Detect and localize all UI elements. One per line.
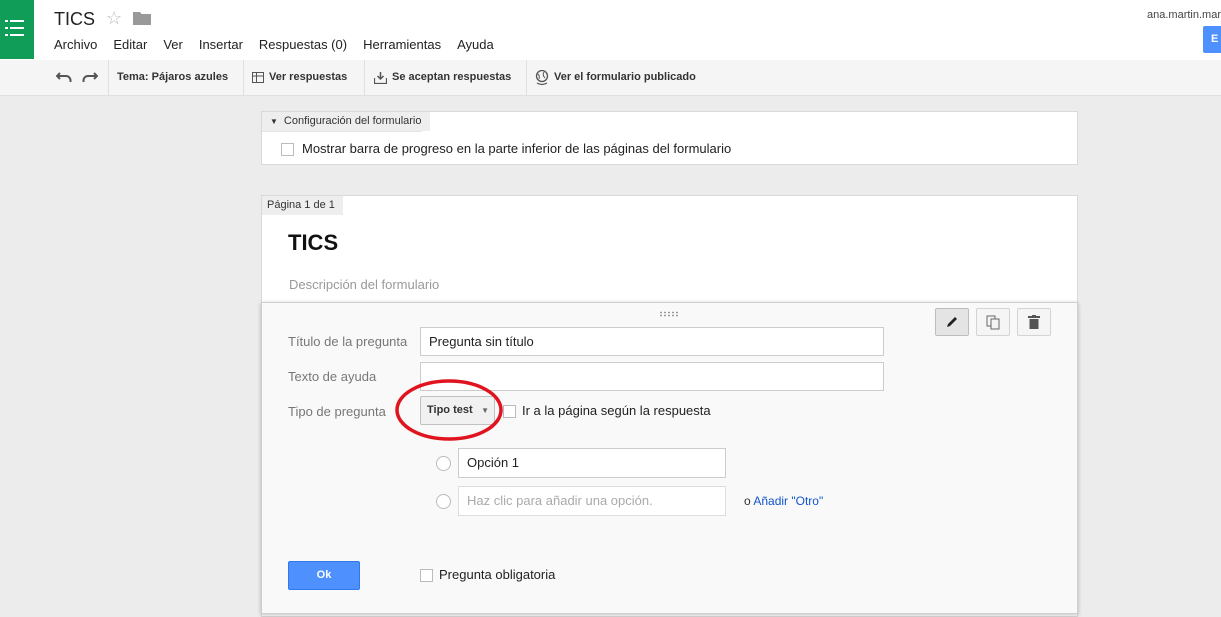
forms-menu-icon[interactable]: [0, 0, 34, 59]
redo-icon[interactable]: [82, 71, 98, 83]
star-icon[interactable]: ☆: [106, 8, 122, 29]
trash-icon: [1028, 315, 1040, 329]
form-settings-panel: ▼ Configuración del formulario Mostrar ba…: [261, 111, 1078, 165]
form-settings-header[interactable]: ▼ Configuración del formulario: [262, 112, 430, 131]
view-published-form-button[interactable]: Ver el formulario publicado: [535, 60, 696, 95]
progress-bar-checkbox[interactable]: [281, 143, 294, 157]
menu-editar[interactable]: Editar: [113, 37, 147, 52]
globe-icon: [535, 69, 549, 85]
top-bar: TICS ☆ Archivo Editar Ver Insertar Respu…: [0, 0, 1221, 61]
annotation-circle: [395, 379, 503, 441]
question-title-label: Título de la pregunta: [288, 334, 408, 349]
triangle-down-icon: ▼: [270, 117, 278, 126]
option-1-input[interactable]: Opción 1: [458, 448, 726, 478]
view-responses-button[interactable]: Ver respuestas: [252, 60, 347, 95]
view-published-form-label: Ver el formulario publicado: [554, 71, 696, 83]
menu-ayuda[interactable]: Ayuda: [457, 37, 494, 52]
edit-button[interactable]: E: [1203, 26, 1221, 53]
form-description-field[interactable]: Descripción del formulario: [289, 277, 439, 292]
menu-insertar[interactable]: Insertar: [199, 37, 243, 52]
menu-ver[interactable]: Ver: [163, 37, 183, 52]
table-icon: [252, 72, 264, 83]
help-text-label: Texto de ayuda: [288, 369, 377, 384]
inbox-download-icon: [374, 71, 387, 84]
divider: [262, 131, 422, 132]
delete-question-button[interactable]: [1017, 308, 1051, 336]
pencil-icon: [947, 317, 957, 327]
required-checkbox[interactable]: [420, 569, 433, 583]
toolbar-divider: [364, 60, 365, 95]
go-to-page-option: Ir a la página según la respuesta: [503, 403, 711, 419]
toolbar-divider: [243, 60, 244, 95]
undo-icon[interactable]: [56, 71, 72, 83]
folder-icon[interactable]: [133, 11, 151, 25]
or-text: o: [744, 494, 751, 508]
accepting-responses-button[interactable]: Se aceptan respuestas: [374, 60, 511, 95]
form-settings-title: Configuración del formulario: [283, 115, 422, 127]
document-title[interactable]: TICS: [54, 9, 95, 30]
drag-handle[interactable]: [659, 311, 679, 317]
question-title-input[interactable]: Pregunta sin título: [420, 327, 884, 356]
required-label: Pregunta obligatoria: [439, 567, 556, 582]
duplicate-icon: [986, 315, 1000, 329]
go-to-page-label: Ir a la página según la respuesta: [522, 403, 711, 418]
ok-button[interactable]: Ok: [288, 561, 360, 590]
progress-bar-label: Mostrar barra de progreso en la parte in…: [302, 141, 732, 156]
required-question-option: Pregunta obligatoria: [420, 567, 556, 583]
toolbar: Tema: Pájaros azules Ver respuestas Se a…: [0, 60, 1221, 96]
view-responses-label: Ver respuestas: [269, 71, 348, 83]
accepting-responses-label: Se aceptan respuestas: [392, 71, 512, 83]
menu-bar: Archivo Editar Ver Insertar Respuestas (…: [54, 37, 510, 52]
add-option-input[interactable]: Haz clic para añadir una opción.: [458, 486, 726, 516]
menu-respuestas[interactable]: Respuestas (0): [259, 37, 347, 52]
add-option-radio: [436, 494, 451, 509]
account-name[interactable]: ana.martin.mar: [1147, 9, 1221, 21]
add-other-link[interactable]: Añadir "Otro": [753, 494, 823, 508]
theme-button[interactable]: Tema: Pájaros azules: [117, 60, 228, 95]
question-type-label: Tipo de pregunta: [288, 404, 386, 419]
progress-bar-option: Mostrar barra de progreso en la parte in…: [281, 141, 732, 157]
option-1-radio: [436, 456, 451, 471]
toolbar-divider: [526, 60, 527, 95]
form-title[interactable]: TICS: [288, 230, 338, 256]
menu-archivo[interactable]: Archivo: [54, 37, 97, 52]
add-other-option: o Añadir "Otro": [744, 494, 823, 508]
page-label: Página 1 de 1: [262, 196, 343, 215]
duplicate-question-button[interactable]: [976, 308, 1010, 336]
edit-question-button[interactable]: [935, 308, 969, 336]
toolbar-divider: [108, 60, 109, 95]
menu-herramientas[interactable]: Herramientas: [363, 37, 441, 52]
